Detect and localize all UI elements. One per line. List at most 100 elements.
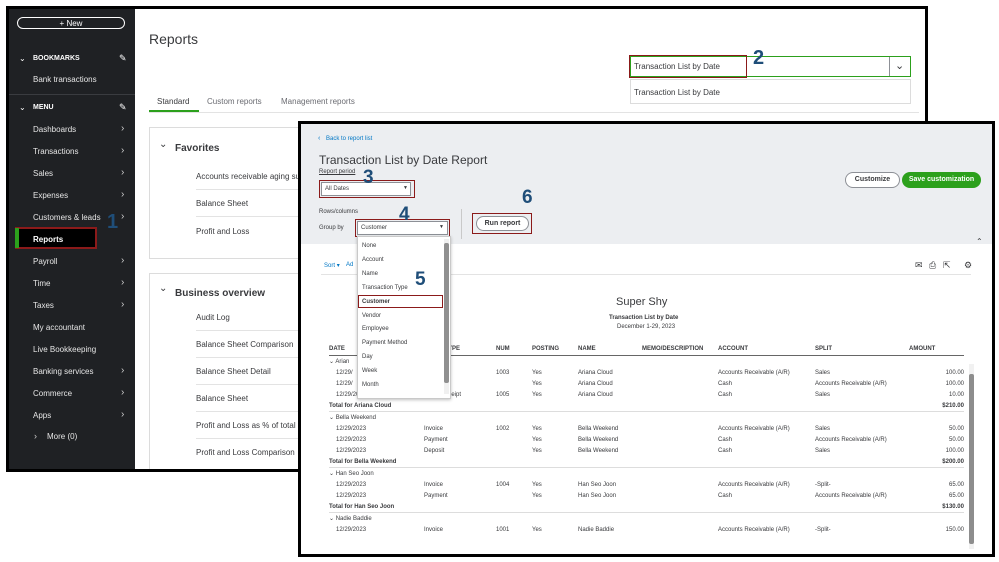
- business-overview-title: Business overview: [175, 288, 266, 299]
- dropdown-scrollbar-thumb[interactable]: [444, 243, 449, 383]
- edit-bookmarks-icon[interactable]: ✎: [119, 53, 127, 64]
- sidebar-item-transactions[interactable]: Transactions: [33, 147, 79, 156]
- scrollbar-thumb[interactable]: [969, 374, 974, 544]
- new-button[interactable]: + New: [17, 17, 125, 29]
- group-row[interactable]: ⌄ Nadie Baddie: [329, 513, 964, 525]
- back-chevron-icon[interactable]: ‹: [318, 135, 320, 142]
- group-by-option[interactable]: Vendor: [362, 313, 381, 319]
- sidebar-item-commerce[interactable]: Commerce: [33, 389, 72, 398]
- chevron-right-icon[interactable]: ›: [121, 123, 124, 134]
- email-icon[interactable]: ✉: [915, 260, 923, 271]
- report-link[interactable]: Balance Sheet: [196, 199, 248, 208]
- sidebar-item-more[interactable]: More (0): [47, 432, 77, 441]
- column-header[interactable]: NUM: [496, 343, 532, 356]
- sidebar-item-expenses[interactable]: Expenses: [33, 191, 68, 200]
- gear-icon[interactable]: ⚙: [964, 260, 972, 271]
- export-icon[interactable]: ⇱: [943, 260, 951, 271]
- table-row[interactable]: 12/29/2023 Payment Yes Bella Weekend Cash Acc…: [329, 434, 964, 445]
- chevron-right-icon[interactable]: ›: [121, 387, 124, 398]
- sidebar-item-dashboards[interactable]: Dashboards: [33, 125, 76, 134]
- table-row[interactable]: 12/29/2023 Invoice 1001 Yes Nadie Baddie Acco…: [329, 524, 964, 535]
- sidebar-item-live-bookkeeping[interactable]: Live Bookkeeping: [33, 345, 96, 354]
- group-by-option[interactable]: Account: [362, 257, 384, 263]
- chevron-right-icon[interactable]: ›: [121, 211, 124, 222]
- group-row[interactable]: ⌄ Han Seo Joon: [329, 468, 964, 480]
- group-by-option[interactable]: None: [362, 243, 376, 249]
- sidebar-item-sales[interactable]: Sales: [33, 169, 53, 178]
- sidebar-item-banking-services[interactable]: Banking services: [33, 367, 93, 376]
- chevron-right-icon[interactable]: ›: [121, 409, 124, 420]
- collapse-menu-icon[interactable]: ⌄: [19, 103, 26, 112]
- search-suggestion-item[interactable]: Transaction List by Date: [634, 88, 720, 97]
- chevron-right-icon[interactable]: ›: [121, 145, 124, 156]
- chevron-right-icon[interactable]: ›: [121, 277, 124, 288]
- table-row[interactable]: 12/29/2023 Payment Yes Han Seo Joon Cash Acco…: [329, 490, 964, 501]
- group-by-option[interactable]: Transaction Type: [362, 285, 408, 291]
- column-header[interactable]: AMOUNT: [909, 343, 964, 356]
- table-row[interactable]: 12/29/2023 Deposit Yes Bella Weekend Cash Sal…: [329, 445, 964, 456]
- edit-menu-icon[interactable]: ✎: [119, 102, 127, 113]
- collapse-group-icon[interactable]: ⌄: [329, 415, 336, 421]
- report-link[interactable]: Profit and Loss Comparison: [196, 448, 295, 457]
- bookmark-bank-transactions[interactable]: Bank transactions: [33, 75, 97, 84]
- chevron-right-icon[interactable]: ›: [121, 255, 124, 266]
- sidebar-item-customers-leads[interactable]: Customers & leads: [33, 213, 101, 222]
- table-row[interactable]: 12/29/2023 Invoice 1002 Yes Bella Weekend Acc…: [329, 423, 964, 434]
- table-cell: 12/29/2023: [336, 526, 367, 533]
- collapse-header-icon[interactable]: ⌃: [976, 237, 983, 246]
- tab-management-reports[interactable]: Management reports: [281, 97, 355, 106]
- save-customization-button[interactable]: Save customization: [902, 172, 981, 188]
- sidebar-item-payroll[interactable]: Payroll: [33, 257, 57, 266]
- report-link[interactable]: Audit Log: [196, 313, 230, 322]
- table-cell: -Split-: [815, 481, 831, 488]
- report-link[interactable]: Balance Sheet: [196, 394, 248, 403]
- sidebar-item-apps[interactable]: Apps: [33, 411, 51, 420]
- report-link[interactable]: Profit and Loss: [196, 227, 249, 236]
- report-date-range: December 1-29, 2023: [617, 324, 676, 330]
- tab-standard[interactable]: Standard: [157, 97, 189, 106]
- column-header[interactable]: POSTING: [532, 343, 578, 356]
- search-input[interactable]: Transaction List by Date: [634, 62, 720, 71]
- customize-button[interactable]: Customize: [845, 172, 900, 188]
- chevron-right-icon[interactable]: ›: [121, 299, 124, 310]
- sidebar-item-time[interactable]: Time: [33, 279, 50, 288]
- tab-custom-reports[interactable]: Custom reports: [207, 97, 262, 106]
- sidebar-item-my-accountant[interactable]: My accountant: [33, 323, 85, 332]
- divider: [9, 94, 135, 95]
- table-cell: Sales: [815, 391, 831, 398]
- group-by-option[interactable]: Month: [362, 382, 379, 388]
- chevron-right-icon[interactable]: ›: [121, 365, 124, 376]
- group-by-option[interactable]: Name: [362, 271, 378, 277]
- report-link[interactable]: Profit and Loss as % of total in: [196, 421, 304, 430]
- sidebar-item-taxes[interactable]: Taxes: [33, 301, 54, 310]
- table-cell: Accounts Receivable (A/R): [815, 380, 887, 387]
- back-to-report-list-link[interactable]: Back to report list: [326, 136, 372, 142]
- chevron-right-icon[interactable]: ›: [121, 167, 124, 178]
- group-by-option[interactable]: Day: [362, 354, 373, 360]
- print-icon[interactable]: ⎙: [929, 260, 936, 271]
- add-notes-link[interactable]: Ad: [346, 262, 353, 268]
- collapse-bookmarks-icon[interactable]: ⌄: [19, 54, 26, 63]
- table-row[interactable]: 12/29/2023 Invoice 1004 Yes Han Seo Joon Acco…: [329, 479, 964, 490]
- chevron-right-icon[interactable]: ›: [121, 189, 124, 200]
- group-by-option[interactable]: Payment Method: [362, 340, 407, 346]
- chevron-down-icon[interactable]: ⌄: [895, 59, 904, 72]
- report-link[interactable]: Balance Sheet Comparison: [196, 340, 293, 349]
- column-header[interactable]: SPLIT: [815, 343, 909, 356]
- report-link[interactable]: Balance Sheet Detail: [196, 367, 271, 376]
- sidebar: + New ⌄ BOOKMARKS ✎ Bank transactions ⌄ …: [9, 9, 135, 469]
- collapse-favorites-icon[interactable]: ⌄: [159, 139, 167, 150]
- sidebar-item-reports[interactable]: Reports: [33, 235, 63, 244]
- report-link[interactable]: Accounts receivable aging su: [196, 172, 300, 181]
- group-by-option[interactable]: Employee: [362, 326, 389, 332]
- table-cell: 1002: [496, 425, 510, 432]
- collapse-group-icon[interactable]: ⌄: [329, 471, 336, 477]
- column-header[interactable]: MEMO/DESCRIPTION: [642, 343, 718, 356]
- collapse-business-icon[interactable]: ⌄: [159, 283, 167, 294]
- collapse-group-icon[interactable]: ⌄: [329, 516, 336, 522]
- column-header[interactable]: ACCOUNT: [718, 343, 815, 356]
- group-row[interactable]: ⌄ Bella Weekend: [329, 412, 964, 424]
- column-header[interactable]: NAME: [578, 343, 642, 356]
- group-by-option[interactable]: Week: [362, 368, 377, 374]
- sort-button[interactable]: Sort ▾: [324, 262, 340, 269]
